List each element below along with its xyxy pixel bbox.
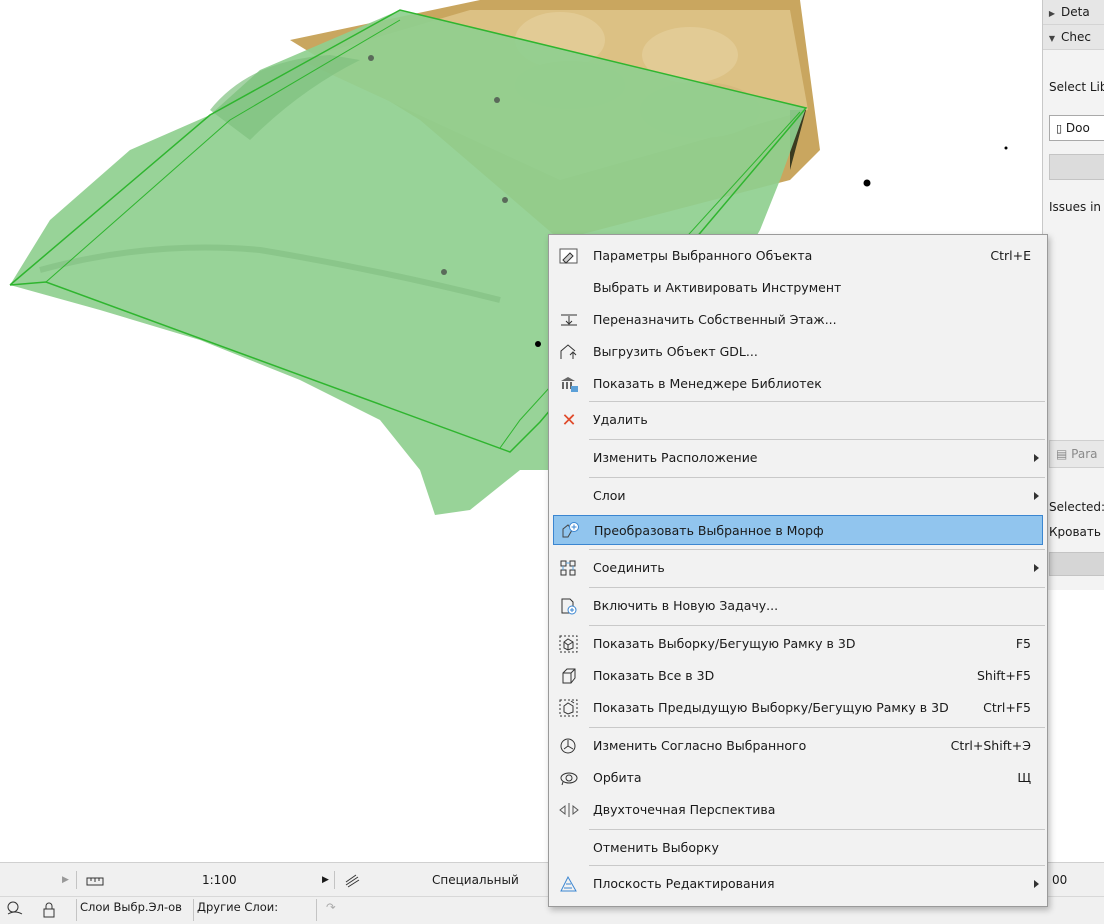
submenu-arrow-icon	[1034, 564, 1039, 572]
connect-icon	[559, 559, 579, 577]
menu-item-editing-plane[interactable]: Плоскость Редактирования	[553, 869, 1043, 899]
other-layers-label: Другие Слои:	[197, 900, 279, 914]
reassign-story-icon	[559, 311, 579, 329]
menu-item-connect[interactable]: Соединить	[553, 553, 1043, 583]
selected-label: Selected:	[1049, 500, 1104, 514]
menu-item-selection-settings[interactable]: Параметры Выбранного Объекта Ctrl+E	[553, 241, 1043, 271]
check-button[interactable]	[1049, 154, 1104, 180]
editing-plane-icon	[559, 875, 579, 893]
menu-item-layers[interactable]: Слои	[553, 481, 1043, 511]
export-gdl-icon	[559, 343, 579, 361]
library-selector[interactable]: ▯ Doo	[1049, 115, 1104, 141]
panel-action-button[interactable]	[1049, 552, 1104, 576]
show-previous-selection-3d-icon	[559, 699, 579, 717]
menu-item-deselect[interactable]: Отменить Выборку	[553, 833, 1043, 863]
details-section-header[interactable]: ▶ Deta	[1043, 0, 1104, 25]
library-manager-icon	[559, 375, 579, 393]
delete-icon: ✕	[561, 409, 577, 431]
menu-item-change-position[interactable]: Изменить Расположение	[553, 443, 1043, 473]
menu-item-convert-to-morph[interactable]: Преобразовать Выбранное в Морф	[553, 515, 1043, 545]
select-library-label: Select Lib	[1049, 80, 1104, 94]
menu-item-reassign-story[interactable]: Переназначить Собственный Этаж...	[553, 305, 1043, 335]
check-section-header[interactable]: ▼ Chec	[1043, 25, 1104, 50]
menu-item-show-in-library-manager[interactable]: Показать в Менеджере Библиотек	[553, 369, 1043, 399]
layer-lock-icon[interactable]	[40, 900, 62, 923]
right-status-value: 00	[1052, 873, 1068, 887]
modify-by-selection-icon	[559, 737, 579, 755]
ruler-icon	[86, 863, 104, 897]
submenu-arrow-icon	[1034, 492, 1039, 500]
orbit-icon	[559, 769, 579, 787]
two-point-perspective-icon	[559, 801, 579, 819]
menu-item-show-selection-3d[interactable]: Показать Выборку/Бегущую Рамку в 3D F5	[553, 629, 1043, 659]
new-task-icon	[559, 597, 579, 615]
layer-visibility-icon[interactable]	[4, 900, 26, 923]
scale-dropdown-arrow-icon[interactable]: ▶	[322, 863, 329, 897]
menu-item-two-point-perspective[interactable]: Двухточечная Перспектива	[553, 795, 1043, 825]
menu-item-include-in-new-task[interactable]: Включить в Новую Задачу...	[553, 591, 1043, 621]
menu-item-modify-by-selection[interactable]: Изменить Согласно Выбранного Ctrl+Shift+…	[553, 731, 1043, 761]
menu-item-orbit[interactable]: Орбита Щ	[553, 763, 1043, 793]
object-settings-icon	[559, 247, 579, 265]
menu-item-show-all-3d[interactable]: Показать Все в 3D Shift+F5	[553, 661, 1043, 691]
parameters-icon: ▤	[1056, 447, 1068, 461]
selected-layers-label: Слои Выбр.Эл-ов	[80, 900, 182, 914]
door-icon: ▯	[1056, 122, 1063, 135]
menu-item-show-previous-selection-3d[interactable]: Показать Предыдущую Выборку/Бегущую Рамк…	[553, 693, 1043, 723]
collapse-triangle-icon: ▼	[1048, 34, 1056, 43]
scale-value[interactable]: 1:100	[202, 863, 237, 897]
checker-side-panel: ▶ Deta ▼ Chec Select Lib ▯ Doo Issues in ▤…	[1042, 0, 1104, 590]
parameters-button[interactable]: ▤ Para	[1049, 440, 1104, 468]
submenu-arrow-icon	[1034, 880, 1039, 888]
model-view-icon	[344, 863, 360, 897]
selected-value: Кровать	[1049, 525, 1101, 539]
expand-triangle-icon: ▶	[1048, 9, 1056, 18]
model-view-options[interactable]: Специальный	[432, 863, 519, 897]
show-selection-3d-icon	[559, 635, 579, 653]
convert-to-morph-icon	[560, 522, 580, 540]
menu-item-delete[interactable]: ✕ Удалить	[553, 405, 1043, 435]
menu-item-export-gdl[interactable]: Выгрузить Объект GDL...	[553, 337, 1043, 367]
show-all-3d-icon	[559, 667, 579, 685]
context-menu: Параметры Выбранного Объекта Ctrl+E Выбр…	[548, 234, 1048, 907]
redo-icon[interactable]: ↷	[326, 900, 336, 914]
issues-label: Issues in	[1049, 200, 1102, 214]
expand-arrow-icon[interactable]: ▶	[62, 863, 69, 897]
submenu-arrow-icon	[1034, 454, 1039, 462]
menu-item-select-activate-tool[interactable]: Выбрать и Активировать Инструмент	[553, 273, 1043, 303]
